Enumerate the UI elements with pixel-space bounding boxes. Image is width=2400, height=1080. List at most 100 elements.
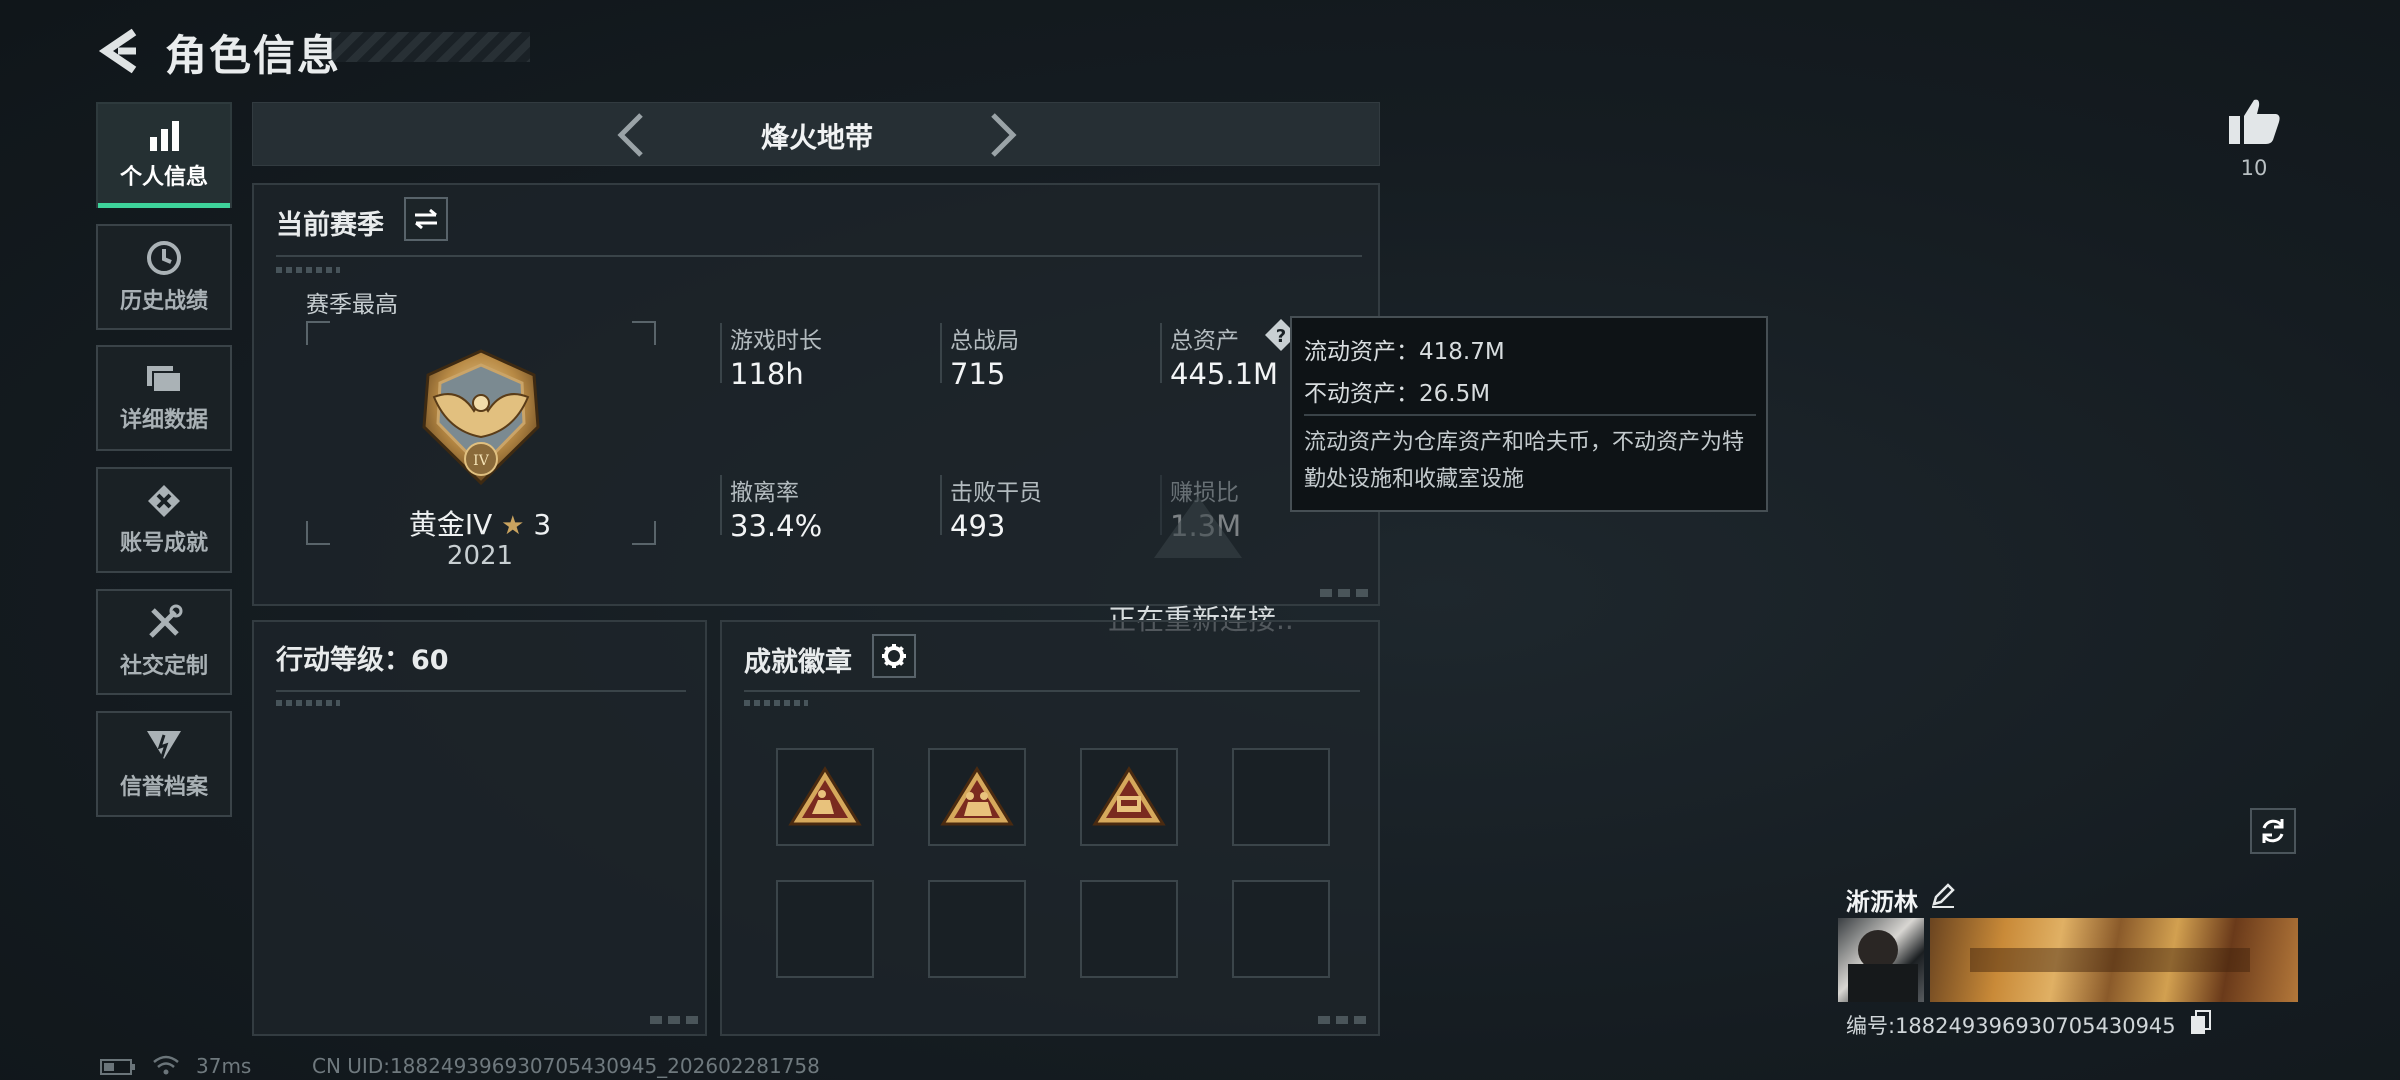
achievement-badge-slot-empty[interactable] [1080,880,1178,978]
action-level-panel: 行动等级：60 [252,620,707,1036]
ping: 37ms [196,1054,252,1078]
stat-divider [720,475,722,535]
stat-label-kills: 击败干员 [950,480,1042,506]
shield-emblem-icon [147,731,181,759]
stat-value-assets: 445.1M [1170,357,1279,391]
rank-stars: 3 [533,508,552,541]
avatar[interactable] [1838,918,1924,1002]
achievement-badge-slot-empty[interactable] [1232,748,1330,846]
vehicle-badge-icon [1092,766,1166,826]
gear-icon [882,644,906,668]
stat-label-assets: 总资产 [1170,328,1239,354]
chevron-right-icon[interactable] [985,111,1021,159]
stripe-decoration [276,700,340,706]
player-banner-image [1930,918,2298,1002]
stat-label-extract-rate: 撤离率 [730,480,799,506]
like-count: 10 [2240,156,2268,180]
stat-divider [1160,323,1162,383]
sidebar-item-label: 账号成就 [119,531,208,556]
like-button[interactable]: 10 [2226,96,2286,186]
season-best-label: 赛季最高 [306,292,398,318]
svg-text:?: ? [1276,326,1286,347]
rank-name: 黄金IV [408,508,493,541]
sidebar-item-credit[interactable]: 信誉档案 [96,711,232,817]
tooltip-divider [1304,414,1756,416]
divider [276,255,1362,257]
divider [744,690,1360,692]
stat-label-playtime: 游戏时长 [730,328,822,354]
squad-badge-icon [940,766,1014,826]
stat-value-kills: 493 [950,509,1006,543]
stat-value-extract-rate: 33.4% [730,509,823,543]
thumbs-up-icon [2229,99,2280,144]
chevron-left-icon[interactable] [613,111,649,159]
frame-corner [306,321,330,345]
banner-table [1970,948,2250,972]
mode-selector: 烽火地带 [252,102,1380,166]
back-arrow-icon [98,28,137,74]
player-id: 编号:1882493969307054309​45 [1846,1014,2176,1038]
battery-icon [100,1059,135,1075]
stripe-decoration [744,700,808,706]
stat-label-matches: 总战局 [950,328,1019,354]
player-name: 淅沥林 [1846,888,1918,916]
achievement-badge-slot-empty[interactable] [1232,880,1330,978]
tooltip-fixed-assets: 不动资产：26.5M [1304,381,1491,407]
assets-tooltip: 流动资产：418.7M 不动资产：26.5M 流动资产为仓库资产和哈夫币，不动资… [1290,316,1768,512]
folder-icon [147,366,182,393]
sidebar-item-history[interactable]: 历史战绩 [96,224,232,330]
sidebar-item-label: 详细数据 [119,408,208,433]
frame-corner [632,321,656,345]
page-title: 角色信息 [165,31,342,80]
refresh-icon [2262,819,2284,843]
stat-divider [940,323,942,383]
history-clock-icon [147,241,181,275]
copy-icon[interactable] [2190,1010,2212,1036]
sidebar-item-personal-info[interactable]: 个人信息 [96,102,232,208]
achievement-badge-slot[interactable] [776,748,874,846]
sidebar-item-label: 历史战绩 [119,289,208,314]
back-button[interactable] [96,26,146,76]
stat-divider [720,323,722,383]
stripe-decoration [276,267,340,273]
wifi-icon [153,1055,179,1075]
corner-decoration [1320,589,1372,597]
divider [276,690,686,692]
achievement-badge-slot-empty[interactable] [776,880,874,978]
uid-line: CN UID:188249396930705430945_20260228175… [312,1054,820,1078]
title-decoration [330,32,530,62]
loading-triangle-icon [1154,496,1242,558]
sidebar-item-label: 信誉档案 [119,775,208,800]
season-switch-button[interactable] [404,197,448,241]
corner-decoration [650,1016,698,1024]
star-icon: ★ [501,511,525,541]
rank-name-row: 黄金IV ★ 3 [306,503,654,543]
edit-pencil-icon[interactable] [1930,882,1956,908]
avatar-body [1848,964,1918,1002]
refresh-button[interactable] [2250,808,2296,854]
stat-value-playtime: 118h [730,357,804,391]
season-title: 当前赛季 [276,210,384,241]
achievement-settings-button[interactable] [872,634,916,678]
stat-divider [940,475,942,535]
tooltip-liquid-assets: 流动资产：418.7M [1304,339,1505,365]
stat-value-matches: 715 [950,357,1006,391]
sidebar-item-social[interactable]: 社交定制 [96,589,232,695]
tooltip-description: 流动资产为仓库资产和哈夫币，不动资产为特勤处设施和收藏室设施 [1304,430,1745,492]
wrench-tools-icon [149,604,183,638]
rank-score: 2021 [446,541,514,571]
sidebar-item-achievements[interactable]: 账号成就 [96,467,232,573]
rank-gold-eagle-icon: IV [422,349,540,486]
achievement-badge-slot-empty[interactable] [928,880,1026,978]
sidebar-item-label: 社交定制 [119,654,208,679]
achievement-panel: 成就徽章 [720,620,1380,1036]
sidebar-item-label: 个人信息 [119,165,208,190]
mode-name: 烽火地带 [760,121,873,154]
achievement-diamond-icon [148,485,180,517]
sidebar-item-detail-data[interactable]: 详细数据 [96,345,232,451]
achievement-badge-slot[interactable] [1080,748,1178,846]
action-level-title: 行动等级：60 [276,645,449,676]
svg-text:IV: IV [473,453,490,469]
achievement-title: 成就徽章 [744,647,852,678]
achievement-badge-slot[interactable] [928,748,1026,846]
